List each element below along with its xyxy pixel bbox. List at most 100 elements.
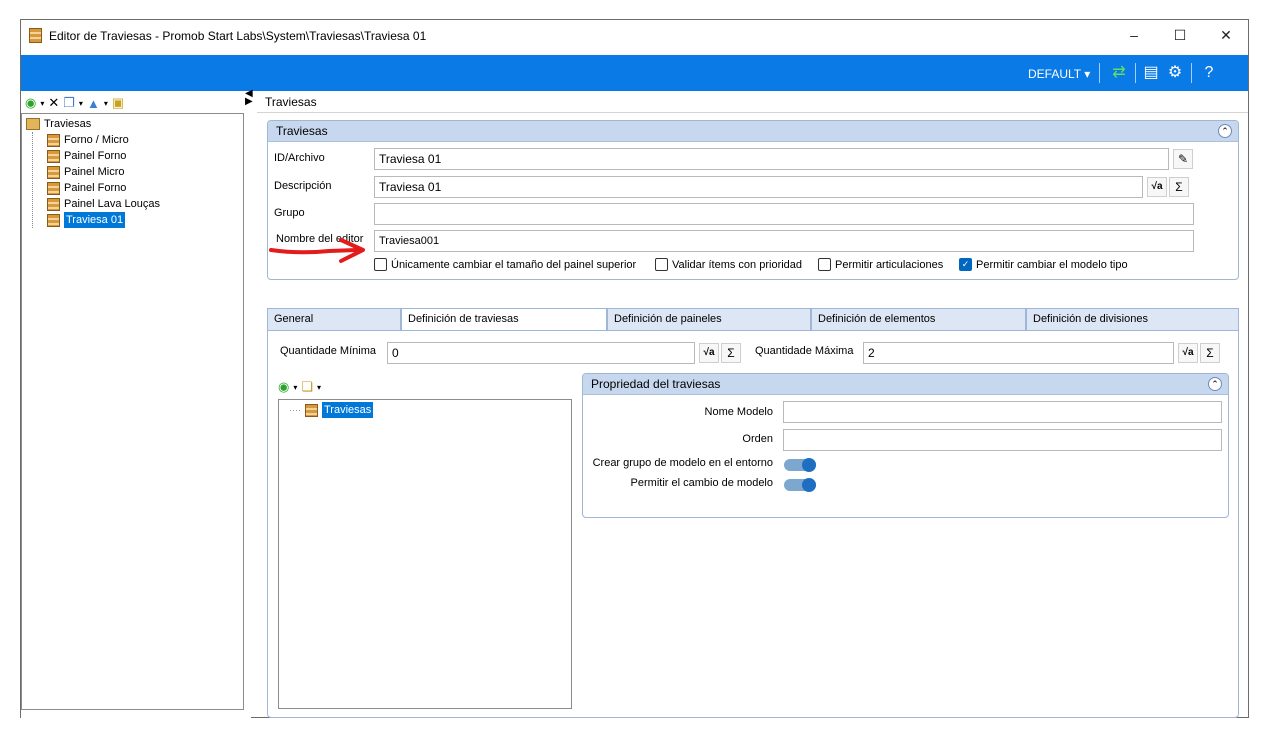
tree-item[interactable]: Painel Forno xyxy=(47,148,160,164)
checkbox-label: Únicamente cambiar el tamaño del painel … xyxy=(391,258,637,271)
order-label: Orden xyxy=(742,433,773,445)
checkbox-label: Validar ítems con prioridad xyxy=(672,258,803,271)
create-model-group-toggle[interactable] xyxy=(784,458,816,472)
tree-item-selected[interactable]: Traviesa 01 xyxy=(47,212,160,228)
formula-icon[interactable]: √a xyxy=(1147,177,1167,197)
profile-dropdown[interactable]: DEFAULT ▾ xyxy=(1028,67,1090,81)
right-pane: Traviesas Traviesas ⌃ ID/Archivo Travies… xyxy=(257,92,1248,718)
tree-connector: ···· xyxy=(289,405,301,415)
app-icon xyxy=(29,28,42,43)
traviesa-icon xyxy=(47,133,60,147)
tab-traviesas-definition[interactable]: Definición de traviesas xyxy=(401,308,607,331)
ribbon-separator xyxy=(1135,63,1136,83)
new-item-icon[interactable]: ❏ xyxy=(301,379,313,395)
description-field[interactable]: Traviesa 01 xyxy=(374,176,1143,198)
help-icon[interactable]: ? xyxy=(1199,63,1219,83)
folder-refresh-icon[interactable]: ▣ xyxy=(112,95,124,111)
refresh-icon[interactable]: ⇄ xyxy=(1109,63,1129,83)
max-quantity-label: Quantidade Máxima xyxy=(755,345,854,357)
ribbon-separator xyxy=(1099,63,1100,83)
sum-icon[interactable]: Σ xyxy=(721,343,741,363)
tree-item[interactable]: Forno / Micro xyxy=(47,132,160,148)
tree-item-label: Painel Micro xyxy=(64,166,125,178)
editor-name-field[interactable]: Traviesa001 xyxy=(374,230,1194,252)
up-icon[interactable]: ▲ xyxy=(87,96,100,111)
tree-item-label: Painel Forno xyxy=(64,150,127,162)
inner-tree-root[interactable]: ···· Traviesas xyxy=(289,402,374,418)
chevron-down-icon[interactable]: ▾ xyxy=(317,383,321,392)
model-name-label: Nome Modelo xyxy=(704,406,773,418)
chevron-down-icon[interactable]: ▾ xyxy=(104,99,108,108)
pane-splitter[interactable]: ◀ ▶ xyxy=(245,89,255,107)
sum-icon[interactable]: Σ xyxy=(1200,343,1220,363)
formula-icon[interactable]: √a xyxy=(699,343,719,363)
checkbox-box xyxy=(818,258,831,271)
tree-item[interactable]: Painel Micro xyxy=(47,164,160,180)
traviesa-icon xyxy=(47,149,60,163)
validate-priority-checkbox[interactable]: Validar ítems con prioridad xyxy=(655,258,802,271)
traviesa-icon xyxy=(47,165,60,179)
copy-icon[interactable]: ❐ xyxy=(63,95,75,111)
chevron-down-icon[interactable]: ▾ xyxy=(293,383,297,392)
group-field[interactable] xyxy=(374,203,1194,225)
inner-tree-panel: ···· Traviesas xyxy=(278,399,572,709)
tree-item[interactable]: Painel Lava Louças xyxy=(47,196,160,212)
id-label: ID/Archivo xyxy=(274,152,325,164)
arrow-shaft xyxy=(269,248,359,255)
left-pane: ◉ ▾ ✕ ❐ ▾ ▲ ▾ ▣ Traviesas Forno / Micro Pai… xyxy=(21,92,251,718)
tab-divisions-definition[interactable]: Definición de divisiones xyxy=(1026,308,1239,330)
tree-item[interactable]: Painel Forno xyxy=(47,180,160,196)
allow-change-model-checkbox[interactable]: ✓ Permitir cambiar el modelo tipo xyxy=(959,258,1128,271)
tree-root-label: Traviesas xyxy=(44,118,92,130)
ribbon-bar: DEFAULT ▾ ⇄ ▤ ⚙ ? xyxy=(21,55,1248,91)
editor-window: Editor de Traviesas - Promob Start Labs\… xyxy=(20,19,1249,718)
minimize-button[interactable]: – xyxy=(1111,20,1157,50)
traviesa-icon xyxy=(47,197,60,211)
allow-articulations-checkbox[interactable]: Permitir articulaciones xyxy=(818,258,943,271)
divider xyxy=(257,112,1248,113)
resize-top-panel-checkbox[interactable]: Únicamente cambiar el tamaño del painel … xyxy=(374,258,636,271)
tree-root-item[interactable]: Traviesas xyxy=(26,116,160,132)
traviesa-icon xyxy=(305,403,318,417)
delete-icon[interactable]: ✕ xyxy=(48,95,59,111)
model-name-field[interactable] xyxy=(783,401,1222,423)
allow-model-change-toggle[interactable] xyxy=(784,478,816,492)
traviesas-group: Traviesas ⌃ ID/Archivo Traviesa 01 ✎ Des… xyxy=(267,120,1239,280)
layout-icon[interactable]: ▤ xyxy=(1141,63,1161,83)
tab-general[interactable]: General xyxy=(267,308,401,330)
max-quantity-field[interactable]: 2 xyxy=(863,342,1174,364)
traviesa-icon xyxy=(47,181,60,195)
tab-panels-definition[interactable]: Definición de paineles xyxy=(607,308,811,330)
tab-content: Quantidade Mínima 0 √a Σ Quantidade Máxi… xyxy=(267,330,1239,718)
description-label: Descripción xyxy=(274,180,332,192)
check-icon: ✓ xyxy=(959,258,972,271)
left-toolbar: ◉ ▾ ✕ ❐ ▾ ▲ ▾ ▣ xyxy=(25,93,124,113)
tree-panel: Traviesas Forno / Micro Painel Forno Pai… xyxy=(21,113,244,710)
chevron-down-icon[interactable]: ▾ xyxy=(79,99,83,108)
inner-toolbar: ◉ ▾ ❏ ▾ xyxy=(278,379,321,395)
maximize-button[interactable]: ☐ xyxy=(1157,20,1203,50)
file-picker-icon[interactable]: ✎ xyxy=(1173,149,1193,169)
back-icon[interactable]: ◉ xyxy=(278,379,289,395)
id-field[interactable]: Traviesa 01 xyxy=(374,148,1169,170)
close-button[interactable]: ✕ xyxy=(1203,20,1249,50)
group-title: Propriedad del traviesas xyxy=(591,377,721,391)
tree-item-label: Forno / Micro xyxy=(64,134,129,146)
min-quantity-field[interactable]: 0 xyxy=(387,342,695,364)
order-field[interactable] xyxy=(783,429,1222,451)
collapse-icon[interactable]: ⌃ xyxy=(1208,377,1222,391)
properties-group: Propriedad del traviesas ⌃ Nome Modelo O… xyxy=(582,373,1229,518)
breadcrumb: Traviesas xyxy=(265,95,317,109)
ribbon-separator xyxy=(1191,63,1192,83)
formula-icon[interactable]: √a xyxy=(1178,343,1198,363)
sum-icon[interactable]: Σ xyxy=(1169,177,1189,197)
checkbox-box xyxy=(655,258,668,271)
settings-icon[interactable]: ⚙ xyxy=(1165,63,1185,83)
collapse-icon[interactable]: ⌃ xyxy=(1218,124,1232,138)
tree: Traviesas Forno / Micro Painel Forno Pai… xyxy=(26,116,160,228)
inner-tree-label: Traviesas xyxy=(322,402,374,418)
checkbox-label: Permitir cambiar el modelo tipo xyxy=(976,258,1128,271)
tab-elements-definition[interactable]: Definición de elementos xyxy=(811,308,1026,330)
chevron-down-icon[interactable]: ▾ xyxy=(40,99,44,108)
back-icon[interactable]: ◉ xyxy=(25,95,36,111)
